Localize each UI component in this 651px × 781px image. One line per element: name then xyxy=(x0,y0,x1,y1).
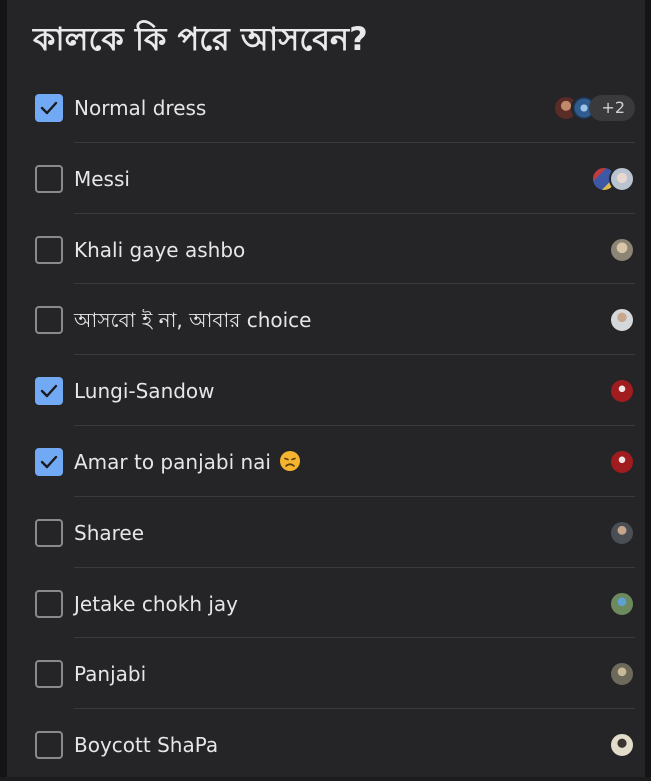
voter-avatars[interactable] xyxy=(609,732,635,759)
voter-avatar xyxy=(609,307,635,334)
poll-option[interactable]: Lungi-Sandow xyxy=(7,355,645,426)
voter-avatar xyxy=(609,236,635,263)
disappointed-face-icon xyxy=(279,429,301,501)
voter-avatars[interactable] xyxy=(609,519,635,546)
option-checkbox[interactable] xyxy=(35,377,63,406)
option-label: Lungi-Sandow xyxy=(74,379,215,404)
option-checkbox[interactable] xyxy=(35,94,63,122)
option-checkbox[interactable] xyxy=(35,306,63,335)
voter-avatars[interactable] xyxy=(609,378,635,405)
poll-option[interactable]: Sharee xyxy=(7,497,645,568)
checkmark-icon xyxy=(40,384,58,398)
poll-option[interactable]: আসবো ই না, আবার choice xyxy=(7,284,645,356)
option-checkbox[interactable] xyxy=(35,589,63,618)
voter-avatars[interactable] xyxy=(609,661,635,688)
option-checkbox[interactable] xyxy=(35,518,63,547)
option-label: Boycott ShaPa xyxy=(74,733,219,758)
option-label: Panjabi xyxy=(74,662,147,687)
more-voters-count: +2 xyxy=(589,95,635,121)
voter-avatars[interactable] xyxy=(609,236,635,263)
option-label: Sharee xyxy=(74,520,145,545)
option-checkbox[interactable] xyxy=(35,235,63,264)
option-label: Amar to panjabi nai xyxy=(74,426,301,501)
poll-title: কালকে কি পরে আসবেন? xyxy=(33,20,368,58)
option-label: Normal dress xyxy=(74,96,207,120)
poll-option[interactable]: Khali gaye ashbo xyxy=(7,214,645,285)
left-edge-strip xyxy=(0,0,7,777)
voter-avatars[interactable] xyxy=(609,590,635,617)
option-label: Khali gaye ashbo xyxy=(74,237,246,262)
poll-card: কালকে কি পরে আসবেন? Normal dress +2 Mess… xyxy=(7,0,645,777)
voter-avatars[interactable] xyxy=(591,165,635,192)
poll-option[interactable]: Jetake chokh jay xyxy=(7,568,645,639)
checkmark-icon xyxy=(40,101,58,115)
voter-avatars[interactable] xyxy=(609,448,635,475)
poll-option[interactable]: Boycott ShaPa xyxy=(7,709,645,780)
poll-option[interactable]: Normal dress +2 xyxy=(7,72,645,143)
option-label: আসবো ই না, আবার choice xyxy=(74,308,312,333)
poll-options-list: Normal dress +2 Messi Khali gaye ashbo আ… xyxy=(7,72,645,780)
option-label: Messi xyxy=(74,166,130,191)
option-checkbox[interactable] xyxy=(35,447,63,476)
voter-avatar xyxy=(609,448,635,475)
poll-option[interactable]: Amar to panjabi nai xyxy=(7,426,645,497)
poll-option[interactable]: Messi xyxy=(7,143,645,214)
voter-avatar xyxy=(609,165,635,192)
voter-avatar xyxy=(609,732,635,759)
voter-avatar xyxy=(609,519,635,546)
voter-avatars[interactable] xyxy=(609,307,635,334)
right-edge-strip xyxy=(645,0,651,777)
option-label-text: Amar to panjabi nai xyxy=(74,449,271,474)
voter-avatar xyxy=(609,378,635,405)
voter-avatar xyxy=(609,661,635,688)
option-label: Jetake chokh jay xyxy=(74,591,239,616)
voter-avatar xyxy=(609,590,635,617)
poll-option[interactable]: Panjabi xyxy=(7,638,645,710)
checkmark-icon xyxy=(40,455,58,469)
voter-avatars[interactable]: +2 xyxy=(553,95,635,121)
option-checkbox[interactable] xyxy=(35,164,63,193)
option-checkbox[interactable] xyxy=(35,660,63,689)
option-checkbox[interactable] xyxy=(35,731,63,760)
